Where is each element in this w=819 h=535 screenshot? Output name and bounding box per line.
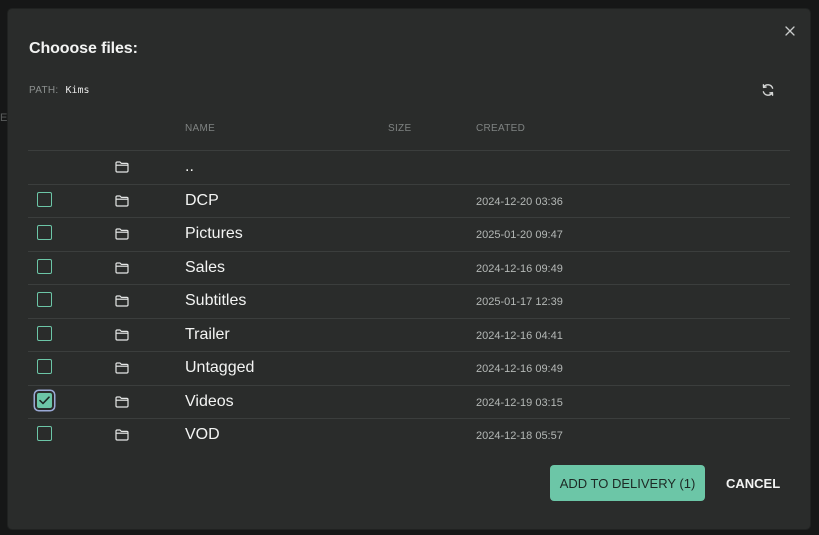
table-row[interactable]: Trailer 2024-12-16 04:41 <box>28 319 790 352</box>
row-checkbox[interactable] <box>37 225 52 240</box>
close-icon <box>785 26 795 36</box>
row-checkbox[interactable] <box>37 292 52 307</box>
folder-icon <box>115 395 129 408</box>
row-checkbox[interactable] <box>37 392 52 408</box>
refresh-button[interactable] <box>760 82 776 98</box>
add-to-delivery-button[interactable]: ADD TO DELIVERY (1) <box>550 465 705 501</box>
path-label: PATH: <box>29 85 59 96</box>
column-header-created[interactable]: CREATED <box>476 123 525 134</box>
column-header-size[interactable]: SIZE <box>388 123 411 134</box>
created-date: 2025-01-20 09:47 <box>476 229 563 241</box>
folder-icon <box>115 295 129 307</box>
folder-name[interactable]: Subtitles <box>185 292 246 310</box>
column-header-name[interactable]: NAME <box>185 123 215 134</box>
file-table: NAME SIZE CREATED .. DCP 2024-12-20 03:36… <box>28 119 790 452</box>
table-row[interactable]: Subtitles 2025-01-17 12:39 <box>28 285 790 319</box>
folder-icon <box>115 362 129 374</box>
row-checkbox[interactable] <box>37 426 52 441</box>
folder-name[interactable]: Videos <box>185 393 234 411</box>
table-row[interactable]: DCP 2024-12-20 03:36 <box>28 185 790 218</box>
table-row[interactable]: Untagged 2024-12-16 09:49 <box>28 352 790 386</box>
path-breadcrumb: PATH: Kims <box>29 85 90 96</box>
created-date: 2024-12-16 04:41 <box>476 329 563 342</box>
cancel-button[interactable]: CANCEL <box>716 465 790 501</box>
path-value[interactable]: Kims <box>65 85 89 96</box>
row-checkbox[interactable] <box>37 359 52 374</box>
parent-folder-name[interactable]: .. <box>185 158 194 176</box>
row-checkbox[interactable] <box>37 191 52 207</box>
created-date: 2024-12-20 03:36 <box>476 195 563 208</box>
folder-icon <box>115 429 129 441</box>
table-row[interactable]: Videos 2024-12-19 03:15 <box>28 386 790 419</box>
refresh-icon <box>762 84 774 96</box>
dialog-footer: ADD TO DELIVERY (1) CANCEL <box>550 465 790 501</box>
table-header: NAME SIZE CREATED <box>28 119 790 151</box>
folder-icon <box>115 194 129 207</box>
created-date: 2024-12-19 03:15 <box>476 396 563 409</box>
folder-icon <box>115 228 129 240</box>
folder-name[interactable]: Trailer <box>185 326 230 344</box>
checkmark-icon <box>39 395 50 404</box>
created-date: 2024-12-16 09:49 <box>476 262 563 275</box>
table-row[interactable]: Sales 2024-12-16 09:49 <box>28 252 790 285</box>
row-checkbox[interactable] <box>37 258 52 274</box>
created-date: 2025-01-17 12:39 <box>476 296 563 308</box>
folder-name[interactable]: DCP <box>185 192 219 210</box>
choose-files-dialog: Chooose files: PATH: Kims NAME SIZE CREA… <box>8 9 810 529</box>
table-row[interactable]: Pictures 2025-01-20 09:47 <box>28 218 790 252</box>
background-text: E <box>0 112 8 124</box>
folder-icon <box>115 328 129 341</box>
created-date: 2024-12-16 09:49 <box>476 363 563 375</box>
table-row[interactable]: VOD 2024-12-18 05:57 <box>28 419 790 452</box>
folder-icon <box>115 261 129 274</box>
folder-name[interactable]: Sales <box>185 259 225 277</box>
folder-icon <box>115 161 129 173</box>
row-checkbox[interactable] <box>37 325 52 341</box>
close-button[interactable] <box>782 23 798 39</box>
folder-name[interactable]: VOD <box>185 426 220 444</box>
dialog-title: Chooose files: <box>29 40 138 57</box>
folder-name[interactable]: Pictures <box>185 225 243 243</box>
folder-name[interactable]: Untagged <box>185 359 254 377</box>
parent-folder-row[interactable]: .. <box>28 151 790 185</box>
created-date: 2024-12-18 05:57 <box>476 430 563 442</box>
